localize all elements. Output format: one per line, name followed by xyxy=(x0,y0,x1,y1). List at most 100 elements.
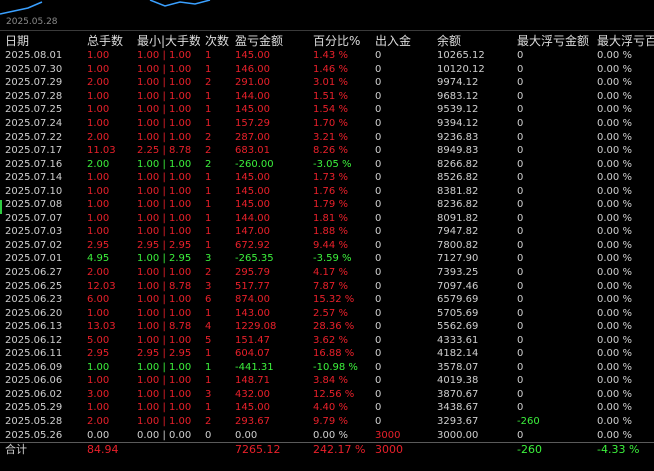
cell-deposit: 0 xyxy=(375,307,382,319)
table-row[interactable]: 2025.07.29 2.00 1.00 | 1.00 2 291.00 3.01 % 0 9… xyxy=(0,76,654,90)
table-row[interactable]: 2025.05.28 2.00 1.00 | 1.00 2 293.67 9.79 % 0 3… xyxy=(0,415,654,429)
cell-pnl: 145.00 xyxy=(235,199,270,211)
table-row[interactable]: 2025.07.25 1.00 1.00 | 1.00 1 145.00 1.54 % 0 9… xyxy=(0,103,654,117)
table-row[interactable]: 2025.07.14 1.00 1.00 | 1.00 1 145.00 1.73 % 0 8… xyxy=(0,171,654,185)
table-row[interactable]: 2025.06.25 12.03 1.00 | 8.78 3 517.77 7.87 % 0… xyxy=(0,279,654,293)
cell-min-max-lots: 1.00 | 1.00 xyxy=(137,90,192,102)
table-row[interactable]: 2025.08.01 1.00 1.00 | 1.00 1 145.00 1.43 % 0 1… xyxy=(0,49,654,63)
table-row[interactable]: 2025.06.20 1.00 1.00 | 1.00 1 143.00 2.57 % 0 5… xyxy=(0,306,654,320)
cell-max-float-percent: 0.00 % xyxy=(597,145,632,157)
cell-total-lots: 0.00 xyxy=(87,429,110,441)
table-row[interactable]: 2025.07.07 1.00 1.00 | 1.00 1 144.00 1.81 % 0 8… xyxy=(0,212,654,226)
cell-date: 2025.06.06 xyxy=(5,375,63,387)
header-total-lots[interactable]: 总手数 xyxy=(82,32,132,49)
chart-strip: 2025.05.28 xyxy=(0,0,654,31)
table-row[interactable]: 2025.05.29 1.00 1.00 | 1.00 1 145.00 4.40 % 0 3… xyxy=(0,401,654,415)
header-pnl[interactable]: 盈亏金额 xyxy=(230,32,308,49)
table-row[interactable]: 2025.06.06 1.00 1.00 | 1.00 1 148.71 3.84 % 0 4… xyxy=(0,374,654,388)
table-row[interactable]: 2025.07.10 1.00 1.00 | 1.00 1 145.00 1.76 % 0 8… xyxy=(0,184,654,198)
cell-total-lots: 1.00 xyxy=(87,375,110,387)
cell-deposit: 0 xyxy=(375,131,382,143)
cell-percent: 1.51 % xyxy=(313,90,348,102)
table-row[interactable]: 2025.05.26 0.00 0.00 | 0.00 0 0.00 0.00 % 3000… xyxy=(0,428,654,442)
cell-max-float-percent: 0.00 % xyxy=(597,334,632,346)
cell-pnl: 157.29 xyxy=(235,118,270,129)
cell-balance: 8381.82 xyxy=(437,185,479,197)
total-max-float-loss: -260 xyxy=(512,441,592,457)
table-row[interactable]: 2025.06.13 13.03 1.00 | 8.78 4 1229.08 28.36 … xyxy=(0,320,654,334)
cell-max-float-loss: 0 xyxy=(517,226,524,238)
cell-date: 2025.07.03 xyxy=(5,226,63,238)
cell-total-lots: 1.00 xyxy=(87,118,110,129)
header-count[interactable]: 次数 xyxy=(200,32,230,49)
cell-min-max-lots: 1.00 | 1.00 xyxy=(137,375,192,387)
table-row[interactable]: 2025.06.23 6.00 1.00 | 1.00 6 874.00 15.32 % 0… xyxy=(0,293,654,307)
cell-deposit: 0 xyxy=(375,77,382,89)
table-row[interactable]: 2025.06.09 1.00 1.00 | 1.00 1 -441.31 -10.98 … xyxy=(0,361,654,375)
cell-date: 2025.07.01 xyxy=(5,253,63,265)
header-balance[interactable]: 余额 xyxy=(432,32,512,49)
cell-percent: -10.98 % xyxy=(313,361,358,373)
cell-balance: 7947.82 xyxy=(437,226,479,238)
cell-balance: 3000.00 xyxy=(437,429,479,441)
table-body: 2025.08.01 1.00 1.00 | 1.00 1 145.00 1.43 % 0 1… xyxy=(0,49,654,442)
header-max-float-percent[interactable]: 最大浮亏百分 xyxy=(592,32,654,49)
cell-percent: 1.79 % xyxy=(313,199,348,211)
table-row[interactable]: 2025.07.08 1.00 1.00 | 1.00 1 145.00 1.79 % 0 8… xyxy=(0,198,654,212)
table-row[interactable]: 2025.07.01 4.95 1.00 | 2.95 3 -265.35 -3.59 %… xyxy=(0,252,654,266)
cell-percent: -3.59 % xyxy=(313,253,352,265)
table-row[interactable]: 2025.07.24 1.00 1.00 | 1.00 1 157.29 1.70 % 0 9… xyxy=(0,117,654,131)
table-row[interactable]: 2025.06.12 5.00 1.00 | 1.00 5 151.47 3.62 % 0 4… xyxy=(0,333,654,347)
cell-date: 2025.07.10 xyxy=(5,185,63,197)
cell-deposit: 0 xyxy=(375,212,382,224)
header-deposit[interactable]: 出入金 xyxy=(370,32,432,49)
cell-count: 1 xyxy=(205,118,212,129)
cell-count: 3 xyxy=(205,253,212,265)
cell-count: 4 xyxy=(205,321,212,333)
cell-max-float-loss: 0 xyxy=(517,199,524,211)
table-row[interactable]: 2025.07.02 2.95 2.95 | 2.95 1 672.92 9.44 % 0 7… xyxy=(0,239,654,253)
cell-deposit: 0 xyxy=(375,199,382,211)
table-row[interactable]: 2025.07.28 1.00 1.00 | 1.00 1 144.00 1.51 % 0 9… xyxy=(0,90,654,104)
cell-date: 2025.08.01 xyxy=(5,50,63,62)
cell-percent: 16.88 % xyxy=(313,348,355,360)
table-row[interactable]: 2025.07.22 2.00 1.00 | 1.00 2 287.00 3.21 % 0 9… xyxy=(0,130,654,144)
header-max-float-loss[interactable]: 最大浮亏金额 xyxy=(512,32,592,49)
cell-total-lots: 1.00 xyxy=(87,90,110,102)
table-row[interactable]: 2025.06.27 2.00 1.00 | 1.00 2 295.79 4.17 % 0 7… xyxy=(0,266,654,280)
cell-balance: 3578.07 xyxy=(437,361,479,373)
cell-deposit: 0 xyxy=(375,63,382,75)
header-min-max-lots[interactable]: 最小|大手数 xyxy=(132,32,200,49)
cell-total-lots: 2.00 xyxy=(87,267,110,279)
header-row: 日期总手数最小|大手数次数盈亏金额百分比%出入金余额最大浮亏金额最大浮亏百分 xyxy=(0,32,654,49)
cell-count: 1 xyxy=(205,199,212,211)
table-row[interactable]: 2025.06.11 2.95 2.95 | 2.95 1 604.07 16.88 % 0… xyxy=(0,347,654,361)
table-row[interactable]: 2025.07.03 1.00 1.00 | 1.00 1 147.00 1.88 % 0 7… xyxy=(0,225,654,239)
table-row[interactable]: 2025.07.17 11.03 2.25 | 8.78 2 683.01 8.26 % 0… xyxy=(0,144,654,158)
table-row[interactable]: 2025.06.02 3.00 1.00 | 1.00 3 432.00 12.56 % 0… xyxy=(0,388,654,402)
table-row[interactable]: 2025.07.16 2.00 1.00 | 1.00 2 -260.00 -3.05 %… xyxy=(0,157,654,171)
cell-max-float-percent: 0.00 % xyxy=(597,375,632,387)
cell-balance: 8091.82 xyxy=(437,212,479,224)
cell-max-float-percent: 0.00 % xyxy=(597,280,632,292)
cell-balance: 8949.83 xyxy=(437,145,479,157)
cell-total-lots: 2.00 xyxy=(87,131,110,143)
cell-min-max-lots: 1.00 | 8.78 xyxy=(137,280,192,292)
header-date[interactable]: 日期 xyxy=(0,32,82,49)
cell-percent: 3.21 % xyxy=(313,131,348,143)
cell-deposit: 0 xyxy=(375,321,382,333)
cell-pnl: 287.00 xyxy=(235,131,270,143)
cell-date: 2025.05.29 xyxy=(5,402,63,414)
cell-percent: 1.46 % xyxy=(313,63,348,75)
cell-deposit: 0 xyxy=(375,172,382,184)
cell-min-max-lots: 1.00 | 1.00 xyxy=(137,118,192,129)
cell-pnl: 604.07 xyxy=(235,348,270,360)
table-row[interactable]: 2025.07.30 1.00 1.00 | 1.00 1 146.00 1.46 % 0 1… xyxy=(0,63,654,77)
cell-deposit: 0 xyxy=(375,416,382,428)
cell-date: 2025.07.29 xyxy=(5,77,63,89)
cell-max-float-loss: 0 xyxy=(517,172,524,184)
header-percent[interactable]: 百分比% xyxy=(308,32,370,49)
cell-percent: -3.05 % xyxy=(313,158,352,170)
cell-max-float-percent: 0.00 % xyxy=(597,63,632,75)
cell-max-float-percent: 0.00 % xyxy=(597,267,632,279)
